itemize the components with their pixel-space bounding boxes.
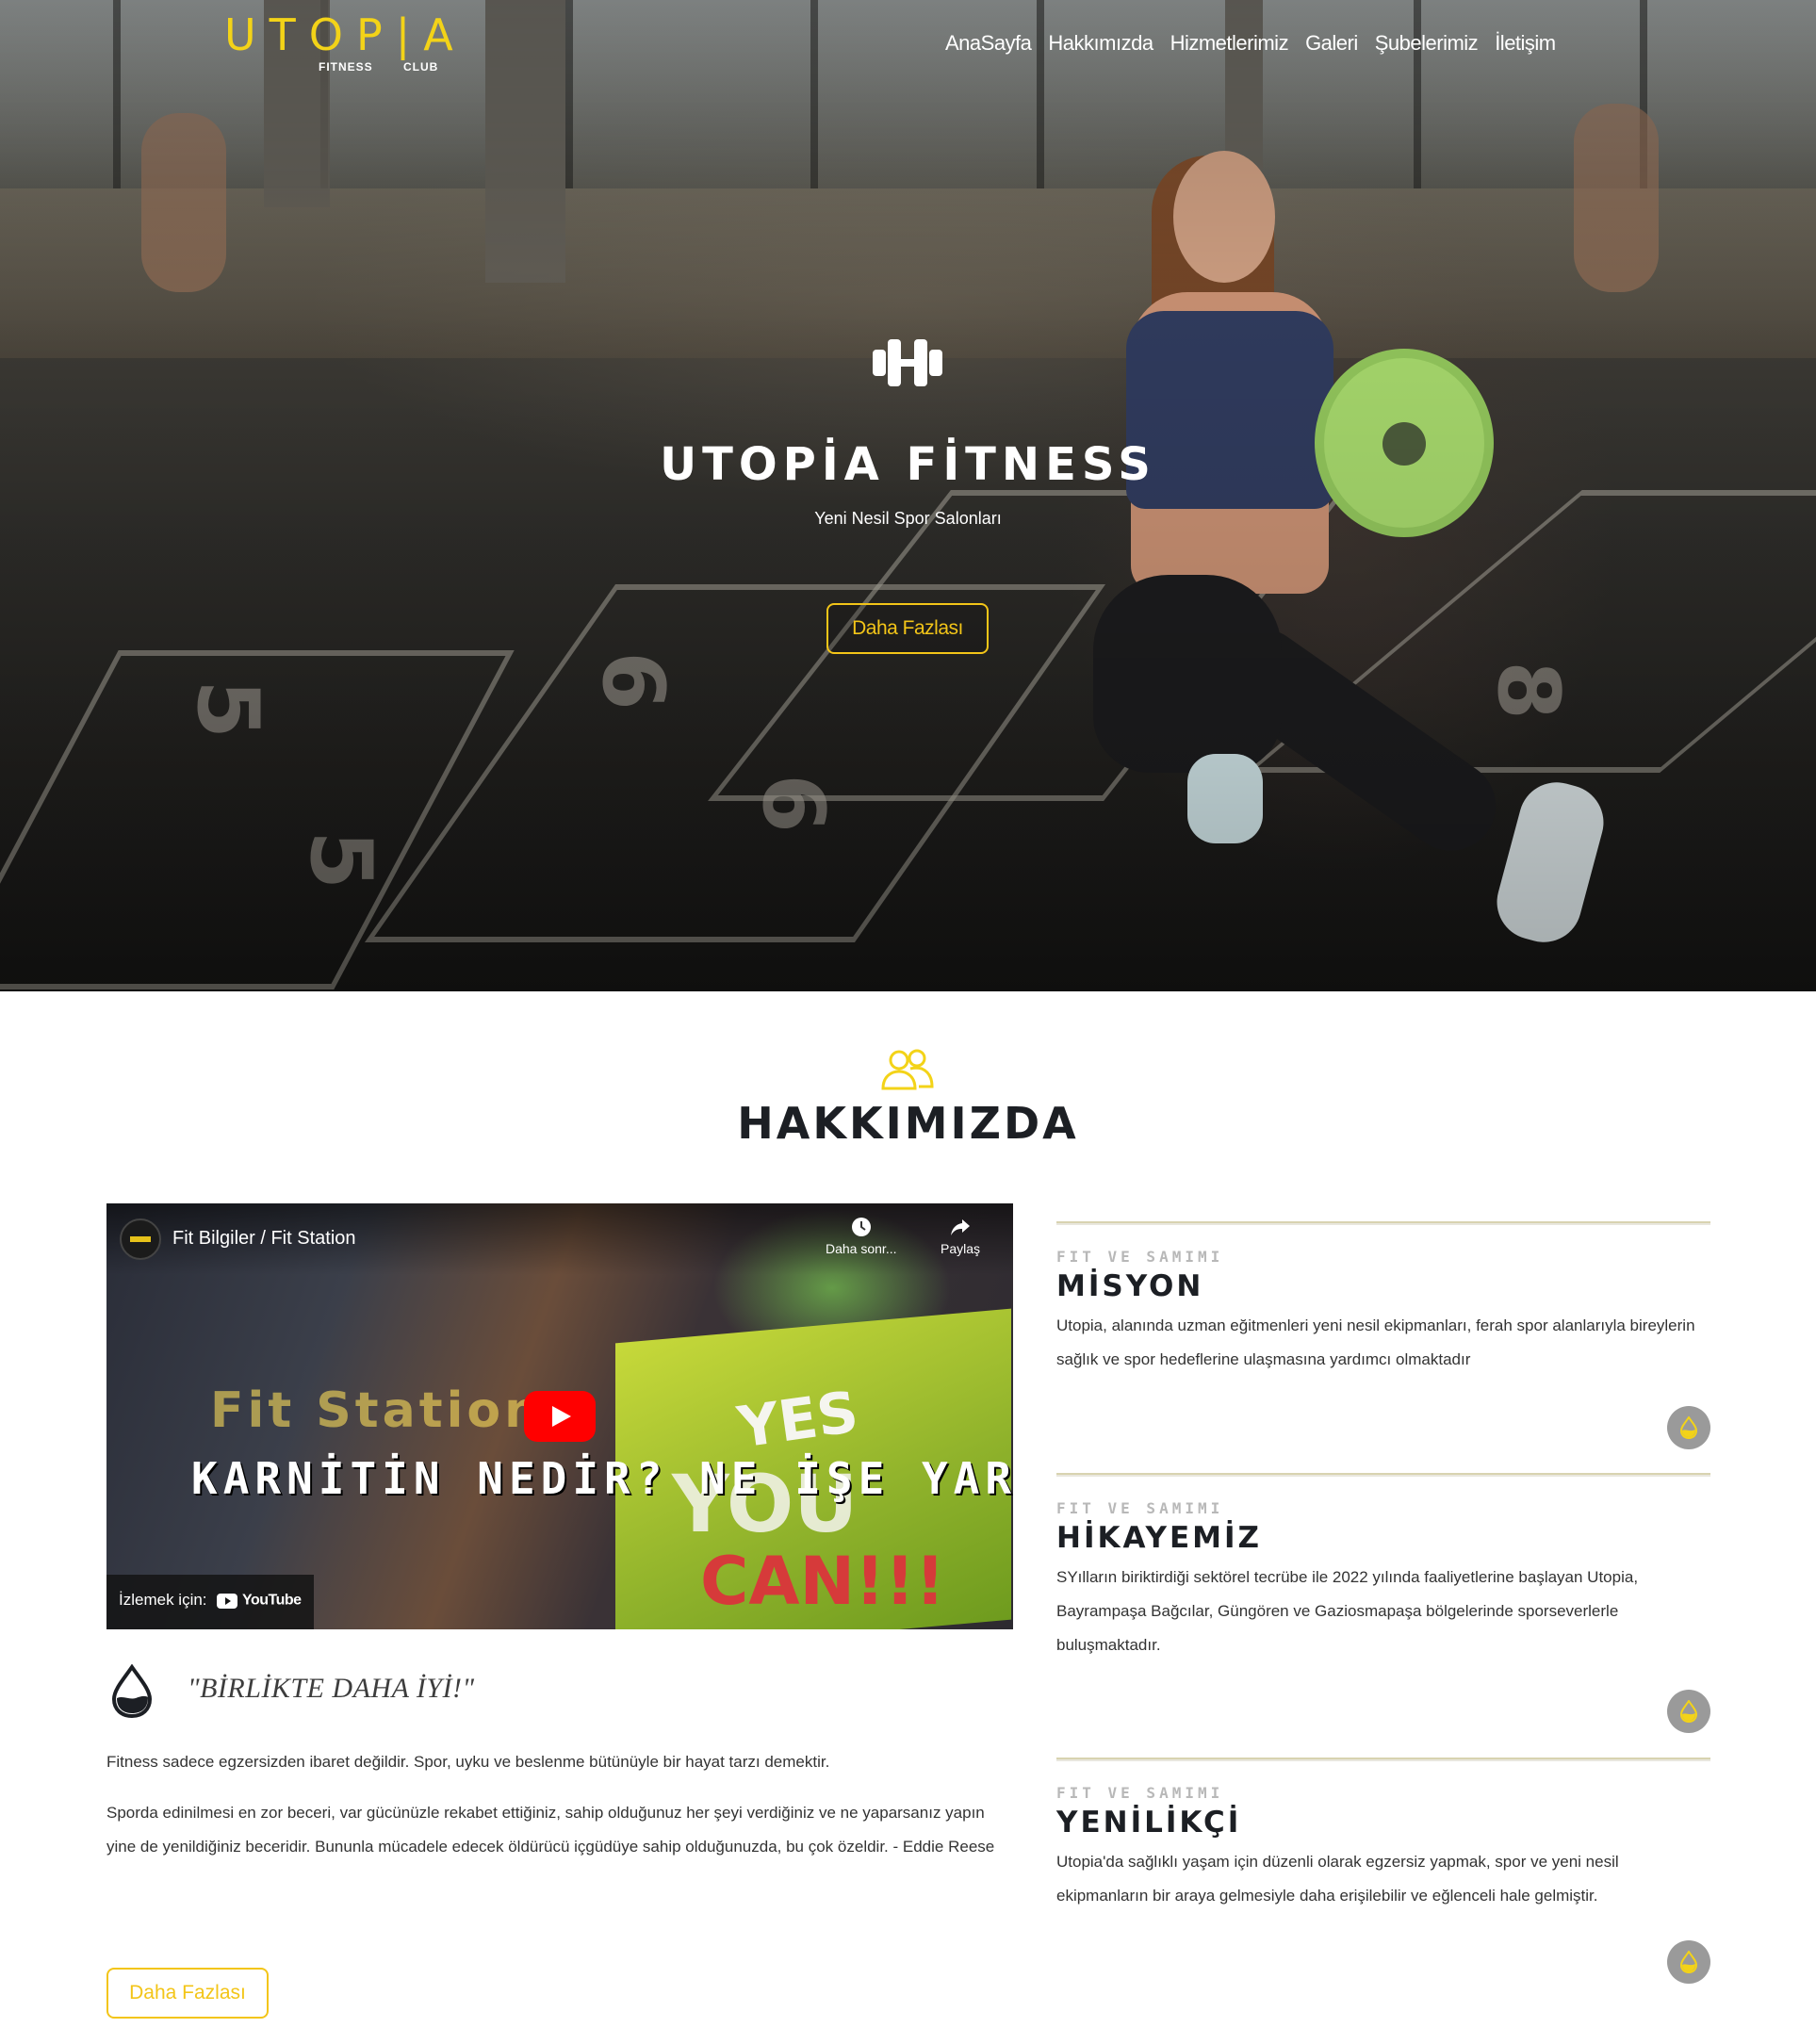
hero-subtitle: Yeni Nesil Spor Salonları [814, 509, 1002, 528]
about-title: HAKKIMIZDA [737, 1098, 1079, 1149]
water-drop-icon [1679, 1951, 1698, 1973]
about-more-button[interactable]: Daha Fazlası [106, 1968, 269, 2019]
card-drop-badge[interactable] [1667, 1406, 1710, 1449]
channel-avatar[interactable] [120, 1218, 161, 1260]
nav-item-galeri[interactable]: Galeri [1305, 31, 1358, 56]
quote-text: "BİRLİKTE DAHA İYİ!" [188, 1673, 475, 1704]
card-drop-badge[interactable] [1667, 1690, 1710, 1733]
youtube-video-embed[interactable]: Fit Station YES YOU CAN!!! KARNİTİN NEDİ… [106, 1203, 1013, 1629]
about-paragraph: Sporda edinilmesi en zor beceri, var güc… [106, 1804, 995, 1856]
watch-on-label: İzlemek için: [119, 1591, 207, 1609]
watch-later-label: Daha sonr... [826, 1241, 897, 1256]
video-thumbnail-text: CAN!!! [700, 1543, 945, 1620]
video-thumbnail-sign: Fit Station [210, 1382, 544, 1439]
card-text: Utopia'da sağlıklı yaşam için düzenli ol… [1056, 1853, 1619, 1905]
clock-icon [851, 1218, 871, 1236]
card-divider [1056, 1758, 1710, 1761]
card-title: HİKAYEMİZ [1056, 1521, 1263, 1555]
hero-more-button[interactable]: Daha Fazlası [826, 603, 989, 654]
logo-subtitle-right: CLUB [403, 60, 439, 74]
youtube-logo-icon [217, 1593, 238, 1609]
water-drop-icon [1679, 1416, 1698, 1439]
site-logo[interactable]: UTOP|A FITNESS CLUB [224, 11, 453, 77]
nav-item-anasayfa[interactable]: AnaSayfa [945, 31, 1032, 56]
card-eyebrow: FIT VE SAMIMI [1056, 1499, 1224, 1517]
logo-subtitle-left: FITNESS [319, 60, 373, 74]
card-text: SYılların biriktirdiği sektörel tecrübe … [1056, 1568, 1639, 1654]
nav-item-iletisim[interactable]: İletişim [1495, 31, 1556, 56]
info-card-mission: FIT VE SAMIMI MİSYON Utopia, alanında uz… [1056, 1221, 1710, 1451]
video-overlay-title: KARNİTİN NEDİR? NE İŞE YARAR? [191, 1453, 1013, 1504]
youtube-wordmark: YouTube [242, 1592, 302, 1609]
share-icon [951, 1219, 971, 1235]
water-drop-icon [1679, 1700, 1698, 1723]
card-divider [1056, 1221, 1710, 1225]
card-eyebrow: FIT VE SAMIMI [1056, 1248, 1224, 1266]
card-drop-badge[interactable] [1667, 1940, 1710, 1984]
share-button[interactable]: Paylaş [941, 1217, 980, 1256]
card-title: MİSYON [1056, 1269, 1204, 1303]
info-card-story: FIT VE SAMIMI HİKAYEMİZ SYılların birikt… [1056, 1473, 1710, 1737]
share-label: Paylaş [941, 1241, 981, 1256]
water-drop-icon [111, 1664, 153, 1719]
main-nav: AnaSayfa Hakkımızda Hizmetlerimiz Galeri… [945, 31, 1556, 56]
watch-later-button[interactable]: Daha sonr... [826, 1217, 897, 1256]
nav-item-hizmetlerimiz[interactable]: Hizmetlerimiz [1170, 31, 1289, 56]
users-icon [881, 1049, 934, 1090]
about-paragraph: Fitness sadece egzersizden ibaret değild… [106, 1753, 830, 1771]
info-card-innovative: FIT VE SAMIMI YENİLİKÇİ Utopia'da sağlık… [1056, 1758, 1710, 1989]
card-title: YENİLİKÇİ [1056, 1806, 1242, 1840]
card-divider [1056, 1473, 1710, 1477]
nav-item-hakkimizda[interactable]: Hakkımızda [1048, 31, 1153, 56]
card-eyebrow: FIT VE SAMIMI [1056, 1784, 1224, 1802]
watch-on-youtube-button[interactable]: İzlemek için: YouTube [106, 1575, 314, 1629]
play-button[interactable] [524, 1391, 596, 1442]
dumbbell-icon [873, 339, 942, 386]
hero-title: UTOPİA FİTNESS [660, 438, 1156, 491]
video-title[interactable]: Fit Bilgiler / Fit Station [172, 1228, 356, 1250]
logo-wordmark: UTOP|A [224, 9, 466, 60]
hero-section: 5 5 6 6 8 UTOP|A FITNESS CLUB AnaSayfa H… [0, 0, 1816, 991]
nav-item-subelerimiz[interactable]: Şubelerimiz [1375, 31, 1479, 56]
card-text: Utopia, alanında uzman eğitmenleri yeni … [1056, 1316, 1695, 1368]
